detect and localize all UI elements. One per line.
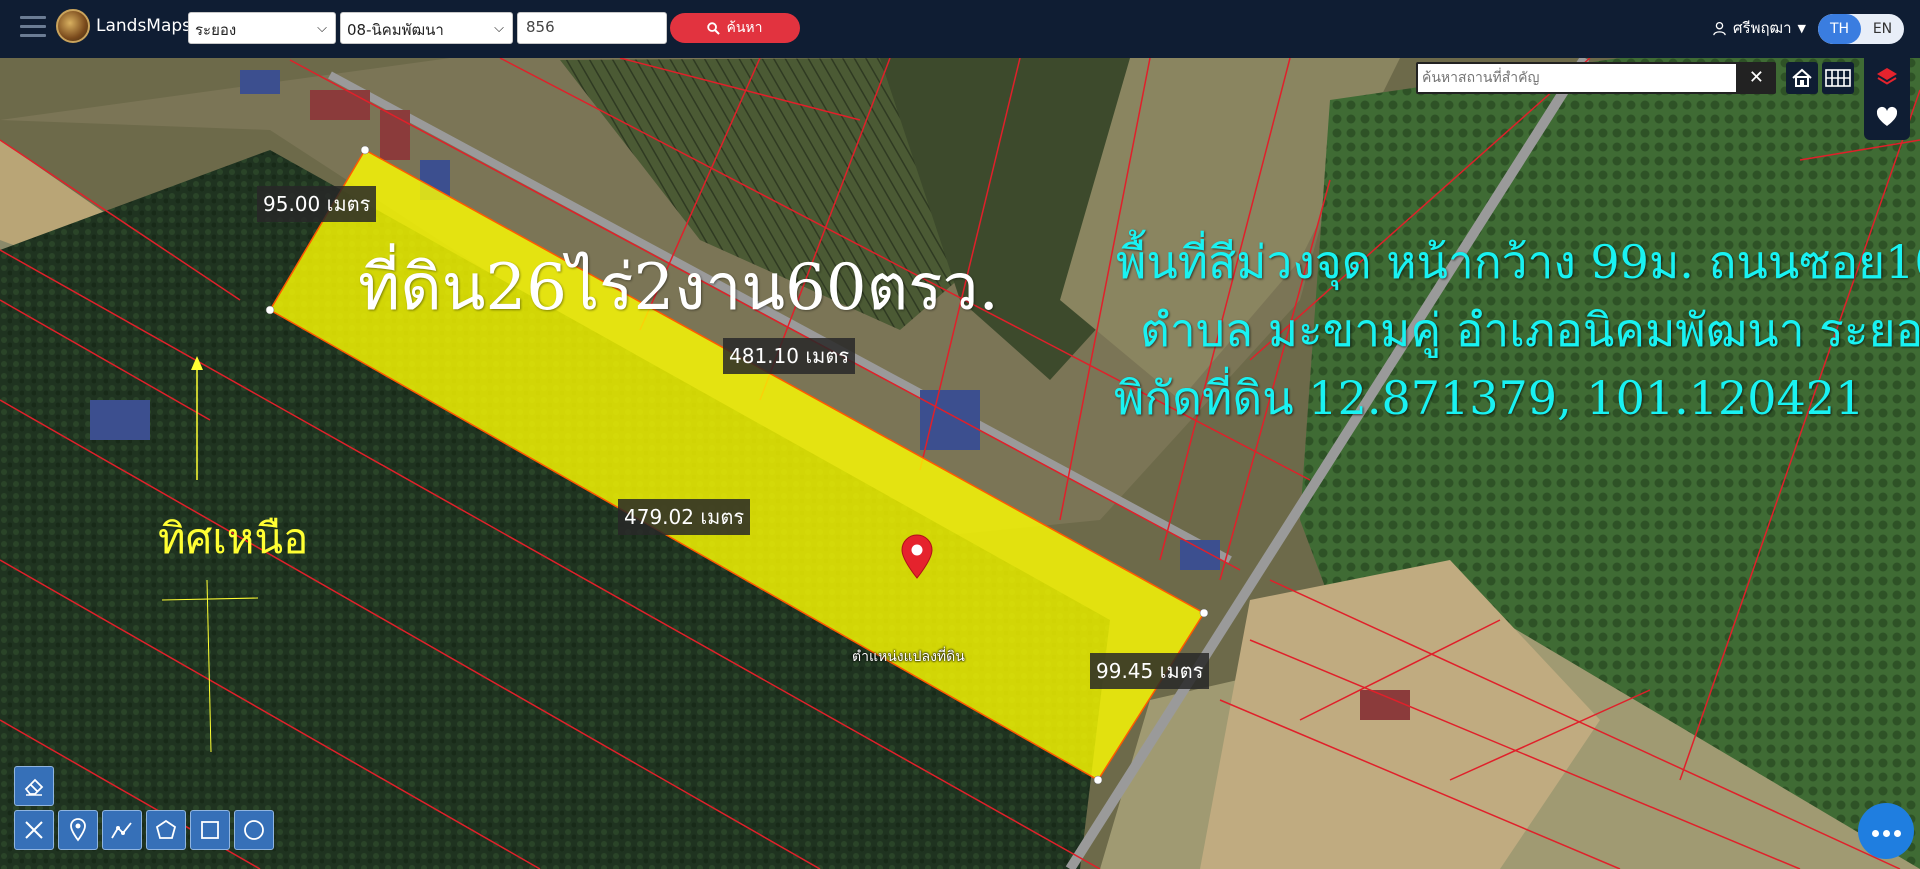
measure-tool-button[interactable] <box>14 810 54 850</box>
home-icon <box>1792 68 1812 87</box>
province-select-value: ระยอง <box>195 21 237 39</box>
pin-label: ตำแหน่งแปลงที่ดิน <box>852 649 965 665</box>
rectangle-tool-button[interactable] <box>190 810 230 850</box>
place-search-box: ✕ <box>1416 62 1776 94</box>
chevron-down-icon: ⌵ <box>317 21 327 36</box>
clear-search-button[interactable]: ✕ <box>1749 67 1764 88</box>
area-text: ที่ดิน26ไร่2งาน60ตรว. <box>358 251 999 325</box>
grid-button[interactable] <box>1822 62 1854 94</box>
map-pin-icon[interactable] <box>900 534 934 580</box>
ruler-pencil-icon <box>25 821 43 839</box>
map-canvas <box>0 58 1920 869</box>
circle-icon <box>244 820 264 840</box>
layers-panel <box>1864 58 1910 140</box>
satellite-map[interactable]: 95.00 เมตร 481.10 เมตร 479.02 เมตร 99.45… <box>0 58 1920 869</box>
parcel-number-input[interactable]: 856 <box>517 12 667 44</box>
user-menu[interactable]: ศรีพฤฒา ▼ <box>1712 16 1806 40</box>
lang-th-button[interactable]: TH <box>1818 14 1861 44</box>
description-line-3: พิกัดที่ดิน 12.871379, 101.120421 <box>1114 371 1865 425</box>
measure-label-south-side: 479.02 เมตร <box>618 499 751 535</box>
district-select-value: 08-นิคมพัฒนา <box>347 21 444 39</box>
more-dots-icon <box>1870 822 1903 841</box>
polygon-tool-button[interactable] <box>146 810 186 850</box>
search-button-label: ค้นหา <box>726 20 763 36</box>
description-line-1: พื้นที่สีม่วงจุด หน้ากว้าง 99ม. ถนนซอย10 <box>1116 235 1920 289</box>
polyline-icon <box>111 822 132 839</box>
district-select[interactable]: 08-นิคมพัฒนา ⌵ <box>340 12 513 44</box>
lang-en-button[interactable]: EN <box>1861 14 1904 44</box>
search-icon <box>707 21 721 35</box>
eraser-tool-button[interactable] <box>14 766 54 806</box>
measure-label-east: 99.45 เมตร <box>1090 653 1210 689</box>
measure-label-top: 95.00 เมตร <box>257 186 377 222</box>
hamburger-menu-icon[interactable] <box>20 16 46 40</box>
grid-icon <box>1825 69 1851 87</box>
top-bar: LandsMaps ระยอง ⌵ 08-นิคมพัฒนา ⌵ 856 ค้น… <box>0 0 1920 58</box>
marker-icon <box>70 818 86 842</box>
chevron-down-icon: ⌵ <box>494 21 504 36</box>
user-icon <box>1713 21 1726 35</box>
polyline-tool-button[interactable] <box>102 810 142 850</box>
landsmaps-logo <box>56 9 90 43</box>
user-name: ศรีพฤฒา <box>1733 19 1792 37</box>
place-search-input[interactable] <box>1418 64 1736 92</box>
rectangle-icon <box>201 821 219 839</box>
description-line-2: ตำบล มะขามคู่ อำเภอนิคมพัฒนา ระยอง <box>1140 303 1920 357</box>
more-options-button[interactable] <box>1858 803 1914 859</box>
home-button[interactable] <box>1786 62 1818 94</box>
circle-tool-button[interactable] <box>234 810 274 850</box>
heart-icon[interactable] <box>1875 106 1899 128</box>
eraser-icon <box>24 778 44 796</box>
search-button[interactable]: ค้นหา <box>670 13 800 43</box>
north-direction-label: ทิศเหนือ <box>158 514 309 563</box>
measure-label-north-side: 481.10 เมตร <box>723 338 856 374</box>
chevron-down-icon: ▼ <box>1797 21 1806 35</box>
marker-tool-button[interactable] <box>58 810 98 850</box>
brand-name: LandsMaps <box>96 16 192 36</box>
province-select[interactable]: ระยอง ⌵ <box>188 12 336 44</box>
polygon-icon <box>155 819 177 839</box>
layers-icon[interactable] <box>1875 66 1899 88</box>
language-toggle: TH EN <box>1818 14 1904 44</box>
